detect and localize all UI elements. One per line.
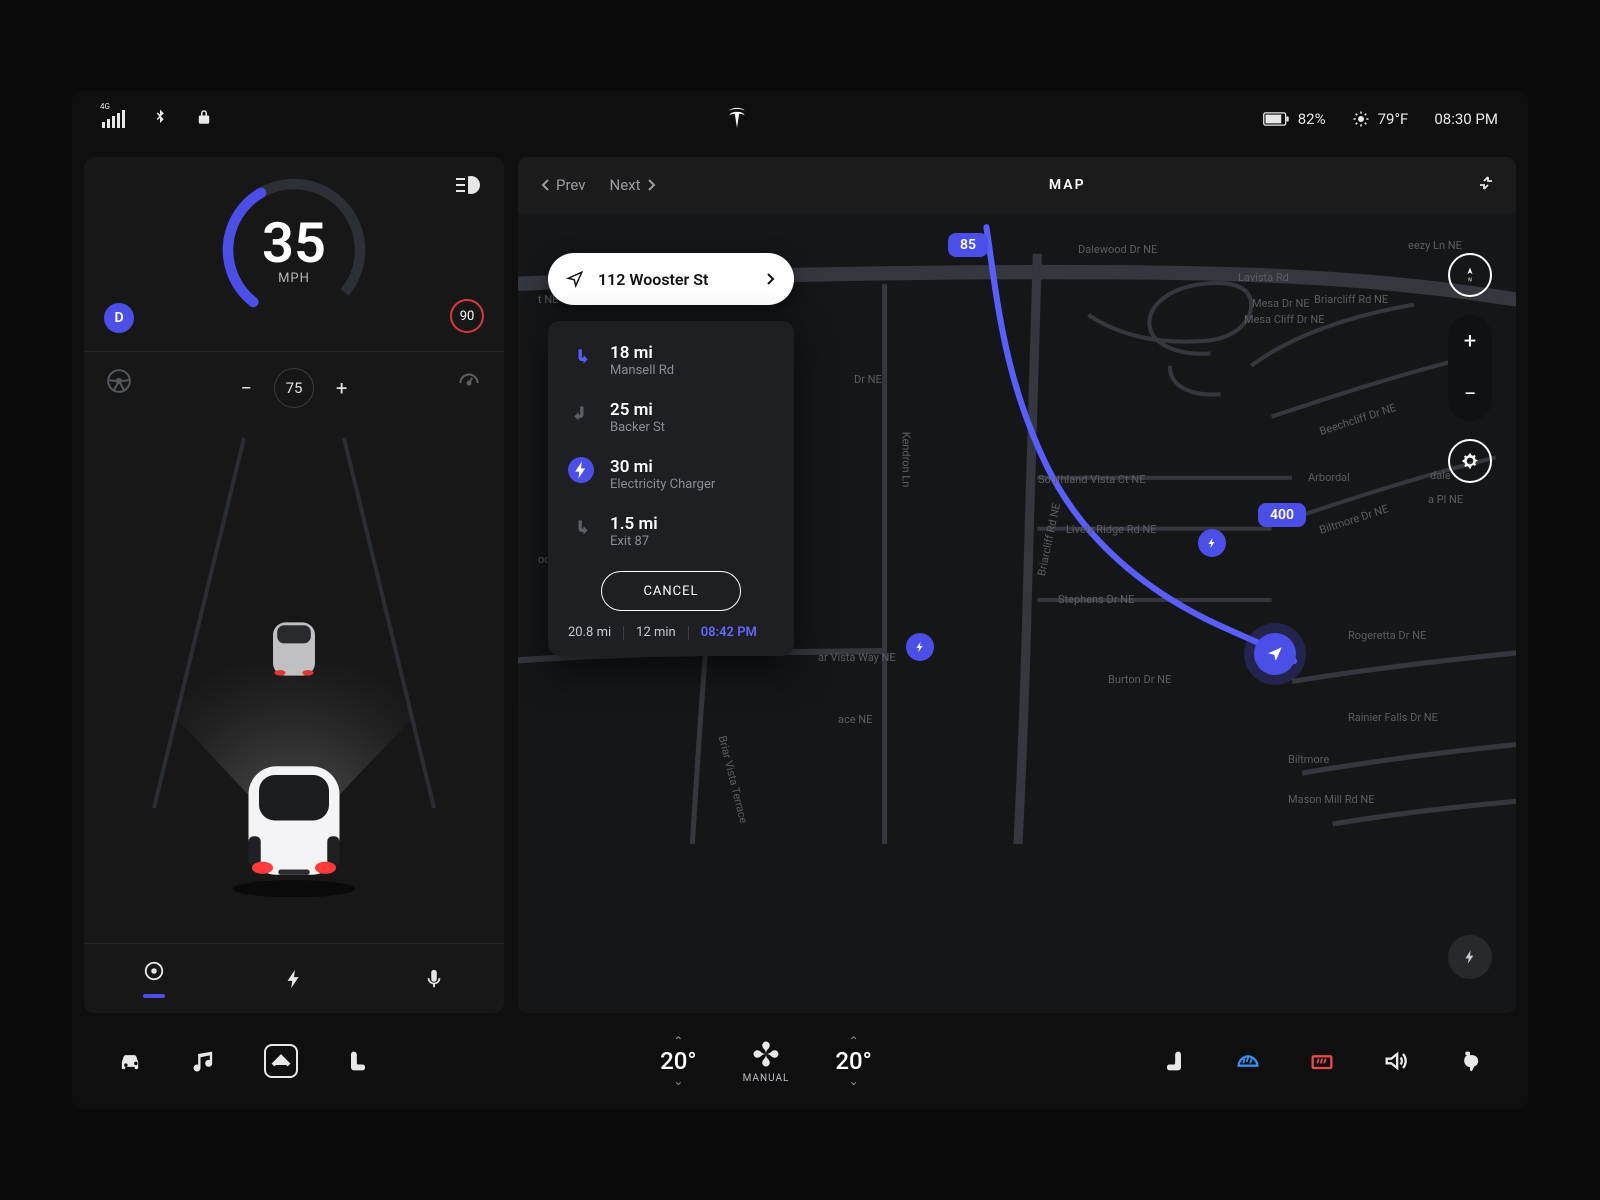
speedometer: 35 MPH (219, 175, 369, 325)
route-badge-2: 400 (1258, 503, 1306, 527)
turn-right-icon (568, 514, 594, 540)
follow-decrease[interactable]: − (241, 376, 252, 400)
climate-fan-button[interactable]: MANUAL (743, 1039, 790, 1084)
autopilot-visualization (84, 408, 504, 943)
direction-distance: 1.5 mi (610, 514, 658, 534)
outside-temperature: 79°F (1352, 110, 1409, 128)
climate-left-temp[interactable]: ⌃ 20° ⌄ (660, 1035, 696, 1087)
direction-label: Mansell Rd (610, 363, 674, 378)
drive-tab-energy[interactable] (277, 955, 311, 1003)
tesla-logo-icon (727, 106, 747, 132)
lead-vehicle-icon (259, 607, 329, 691)
map-charger-layer-button[interactable] (1448, 935, 1492, 979)
dock-car-button[interactable] (116, 1047, 144, 1075)
bottom-dock: ⌃ 20° ⌄ MANUAL ⌃ 20° ⌄ (72, 1013, 1528, 1109)
destination-address: 112 Wooster St (598, 270, 708, 289)
temp-right-down-icon[interactable]: ⌄ (849, 1075, 859, 1087)
destination-pill[interactable]: 112 Wooster St (548, 253, 794, 305)
map-prev-button[interactable]: Prev (540, 176, 586, 194)
dock-volume-button[interactable] (1382, 1047, 1410, 1075)
map-charger-pin-1[interactable] (1198, 529, 1226, 557)
direction-distance: 18 mi (610, 343, 674, 363)
cellular-signal-icon: 4G (102, 110, 125, 128)
speed-limit-badge: 90 (450, 299, 484, 333)
direction-step[interactable]: 30 miElectricity Charger (568, 457, 774, 492)
vehicle-location-icon (1254, 633, 1296, 675)
map-panel: Prev Next MAP (518, 157, 1516, 1013)
follow-distance-control[interactable]: − 75 + (241, 368, 348, 408)
map-canvas[interactable]: Dalewood Dr NELavista RdBriarcliff Rd NE… (518, 213, 1516, 1013)
map-collapse-icon[interactable] (1478, 175, 1494, 195)
follow-increase[interactable]: + (336, 376, 347, 400)
drive-tab-tire[interactable] (137, 955, 171, 1003)
follow-distance-value: 75 (274, 368, 314, 408)
direction-step[interactable]: 1.5 miExit 87 (568, 514, 774, 549)
temp-right-up-icon[interactable]: ⌃ (849, 1035, 859, 1047)
drive-tab-voice[interactable] (417, 955, 451, 1003)
direction-step[interactable]: 18 miMansell Rd (568, 343, 774, 378)
dock-seat-left-button[interactable] (344, 1047, 372, 1075)
battery-status: 82% (1262, 110, 1326, 128)
turn-right-icon (568, 343, 594, 369)
steering-wheel-icon[interactable] (106, 368, 132, 398)
dock-music-button[interactable] (190, 1047, 218, 1075)
charger-icon (568, 457, 594, 483)
map-charger-pin-2[interactable] (906, 633, 934, 661)
map-zoom-control: + − (1448, 315, 1492, 421)
dock-rear-defrost-button[interactable] (1308, 1047, 1336, 1075)
ego-vehicle-icon (224, 740, 364, 898)
map-next-button[interactable]: Next (610, 176, 657, 194)
map-title: MAP (657, 177, 1478, 193)
svg-text:N: N (1468, 278, 1472, 284)
driving-panel: 35 MPH D 90 − 75 + (84, 157, 504, 1013)
lock-icon (195, 108, 213, 130)
temp-left-down-icon[interactable]: ⌄ (673, 1075, 683, 1087)
status-bar: 4G 82% 79°F 08:30 PM (72, 91, 1528, 147)
map-header: Prev Next MAP (518, 157, 1516, 213)
directions-card: 18 miMansell Rd 25 miBacker St 30 miElectr… (548, 321, 794, 656)
clock: 08:30 PM (1434, 110, 1498, 128)
map-zoom-in[interactable]: + (1464, 329, 1476, 354)
cruise-control-icon[interactable] (456, 368, 482, 398)
direction-label: Electricity Charger (610, 477, 715, 492)
dock-seat-right-button[interactable] (1160, 1047, 1188, 1075)
drive-panel-tabs (84, 943, 504, 1013)
direction-distance: 30 mi (610, 457, 715, 477)
map-settings-button[interactable] (1448, 439, 1492, 483)
gear-indicator: D (104, 303, 134, 333)
compass-north-button[interactable]: N (1448, 253, 1492, 297)
dock-apps-button[interactable] (264, 1044, 298, 1078)
turn-left-icon (568, 400, 594, 426)
direction-distance: 25 mi (610, 400, 665, 420)
dock-front-defrost-button[interactable] (1234, 1047, 1262, 1075)
map-zoom-out[interactable]: − (1464, 382, 1477, 407)
dock-games-button[interactable] (1456, 1047, 1484, 1075)
temp-left-up-icon[interactable]: ⌃ (673, 1035, 683, 1047)
bluetooth-icon (151, 108, 169, 130)
route-badge-1: 85 (948, 233, 988, 257)
direction-label: Backer St (610, 420, 665, 435)
headlight-icon[interactable] (454, 175, 482, 199)
direction-label: Exit 87 (610, 534, 658, 549)
climate-right-temp[interactable]: ⌃ 20° ⌄ (835, 1035, 871, 1087)
direction-step[interactable]: 25 miBacker St (568, 400, 774, 435)
cancel-route-button[interactable]: CANCEL (601, 571, 741, 611)
route-summary: 20.8 mi 12 min 08:42 PM (568, 625, 774, 640)
